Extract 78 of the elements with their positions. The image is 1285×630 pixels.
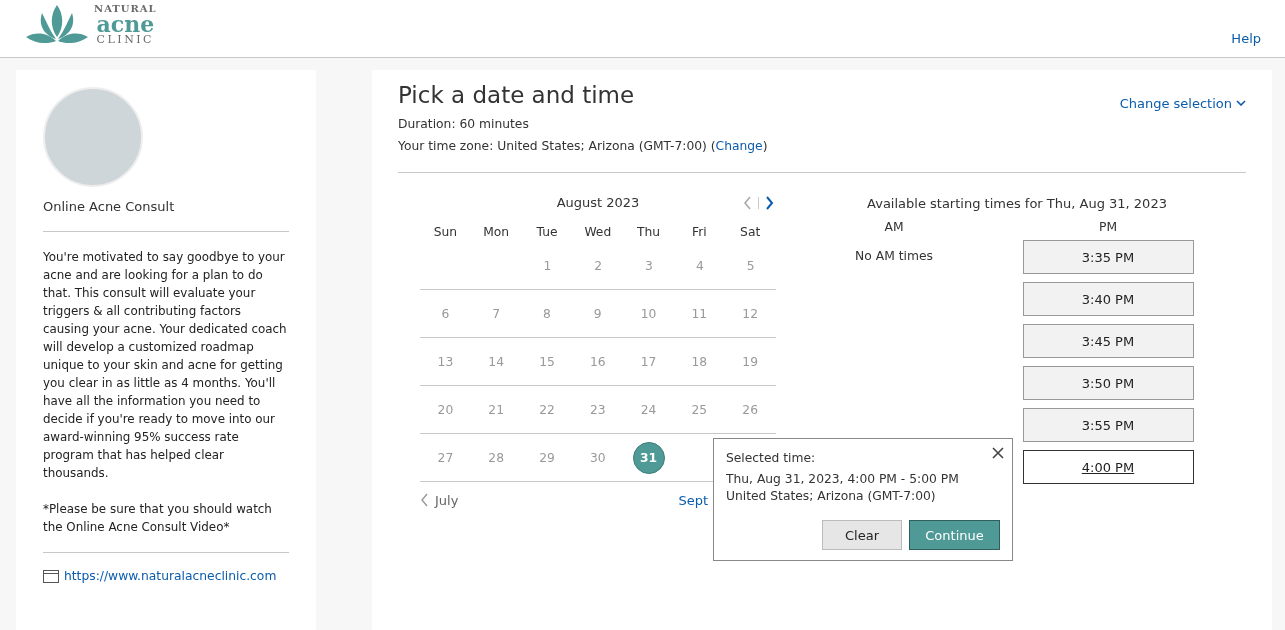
close-icon xyxy=(992,447,1004,459)
next-month-link[interactable]: Sept xyxy=(678,492,708,508)
weekday-label: Wed xyxy=(583,224,613,241)
previous-month-link[interactable]: July xyxy=(420,492,459,508)
month-title: August 2023 xyxy=(556,195,640,212)
time-slot-button[interactable]: 3:45 PM xyxy=(1022,324,1194,358)
calendar-date[interactable]: 16 xyxy=(582,346,613,377)
lotus-logo-icon xyxy=(26,3,88,45)
logo-text: NATURAL xyxy=(94,4,157,14)
browser-window-icon xyxy=(43,569,59,583)
calendar-date[interactable]: 8 xyxy=(532,298,562,329)
calendar-date[interactable]: 10 xyxy=(633,298,664,329)
calendar-date[interactable]: 23 xyxy=(582,394,613,425)
times-heading: Available starting times for Thu, Aug 31, 2023 xyxy=(866,196,1168,211)
calendar-date[interactable]: 17 xyxy=(633,346,664,377)
calendar-date[interactable]: 1 xyxy=(532,250,563,281)
calendar-date[interactable]: 21 xyxy=(481,394,512,425)
calendar-date[interactable]: 18 xyxy=(684,346,715,377)
weekday-label: Mon xyxy=(482,224,511,241)
selected-time-text: Thu, Aug 31, 2023, 4:00 PM - 5:00 PM xyxy=(726,471,960,488)
calendar-date[interactable]: 22 xyxy=(532,394,562,425)
weekday-label: Tue xyxy=(535,224,559,241)
calendar-date[interactable]: 9 xyxy=(582,298,613,329)
column-label: PM xyxy=(1099,220,1117,236)
timezone-text: Your time zone: United States; Arizona (GMT-7:00) (Change) xyxy=(398,138,768,155)
time-slot-button[interactable]: 3:50 PM xyxy=(1022,366,1194,400)
weekday-label: Sat xyxy=(739,224,762,241)
clear-button[interactable]: Clear xyxy=(822,520,902,550)
timezone-text: United States; Arizona (GMT-7:00) xyxy=(726,488,937,505)
calendar-date[interactable]: 30 xyxy=(582,442,613,473)
duration-text: Duration: 60 minutes xyxy=(398,116,530,133)
chevron-down-icon xyxy=(1236,100,1246,106)
time-slot-button[interactable]: 3:55 PM xyxy=(1022,408,1194,442)
calendar-date[interactable]: 28 xyxy=(481,442,512,473)
logo-text: CLINIC xyxy=(96,34,155,45)
calendar-date[interactable]: 7 xyxy=(481,298,512,329)
close-button[interactable] xyxy=(990,445,1006,461)
calendar-date[interactable]: 13 xyxy=(430,346,461,377)
calendar-date[interactable]: 6 xyxy=(430,298,461,329)
calendar-date[interactable]: 4 xyxy=(684,250,715,281)
selected-date[interactable]: 31 xyxy=(632,441,665,474)
chevron-left-icon xyxy=(420,493,429,507)
calendar-date[interactable]: 19 xyxy=(735,346,766,377)
chevron-left-icon xyxy=(743,196,752,210)
change-selection-link[interactable]: Change selection xyxy=(1119,93,1246,113)
continue-button[interactable]: Continue xyxy=(909,520,1000,550)
page-title: Pick a date and time xyxy=(398,82,636,108)
calendar-date[interactable]: 15 xyxy=(532,346,562,377)
column-label: AM xyxy=(884,220,904,236)
weekday-label: Thu xyxy=(636,224,662,241)
calendar-date[interactable]: 24 xyxy=(633,394,664,425)
service-description: You're motivated to say goodbye to your acne and are looking for a plan to do that. This consult will evaluate your triggers & all contributing factors causing your acne. Your dedicated coach will develop a customized roadmap unique to your skin and acne for getting you clear in as little as 4 months. You'll have all the information you need to decide if you're ready to move into our award-winning 95% success rate program that has helped clear thousands. xyxy=(43,249,288,482)
change-link[interactable]: Change xyxy=(715,139,763,153)
calendar-date[interactable]: 25 xyxy=(684,394,715,425)
time-slot-button[interactable]: 3:35 PM xyxy=(1022,240,1194,274)
calendar-date[interactable]: 14 xyxy=(481,346,512,377)
calendar-date[interactable]: 3 xyxy=(634,250,664,281)
calendar-date[interactable]: 11 xyxy=(684,298,715,329)
empty-message: No AM times xyxy=(855,249,933,263)
chevron-right-icon xyxy=(765,196,774,210)
logo-text: acne xyxy=(96,14,155,34)
calendar-date[interactable]: 29 xyxy=(532,442,562,473)
calendar-date[interactable]: 26 xyxy=(735,394,766,425)
calendar-date[interactable]: 2 xyxy=(583,250,614,281)
weekday-label: Fri xyxy=(691,224,708,241)
next-month-button[interactable] xyxy=(763,196,776,210)
time-slot-button[interactable]: 4:00 PM xyxy=(1022,450,1194,484)
website-link[interactable]: https://www.naturalacneclinic.com xyxy=(64,569,277,583)
calendar-date[interactable]: 27 xyxy=(430,442,461,473)
time-slot-button[interactable]: 3:40 PM xyxy=(1022,282,1194,316)
service-note: *Please be sure that you should watch the Online Acne Consult Video* xyxy=(43,501,273,536)
popup-label: Selected time: xyxy=(726,451,817,465)
calendar-date[interactable]: 20 xyxy=(430,394,461,425)
weekday-label: Sun xyxy=(432,224,459,241)
calendar-date[interactable]: 5 xyxy=(735,250,766,281)
calendar-date[interactable]: 12 xyxy=(735,298,766,329)
help-link[interactable]: Help xyxy=(1231,31,1261,57)
service-name: Online Acne Consult xyxy=(43,199,176,214)
